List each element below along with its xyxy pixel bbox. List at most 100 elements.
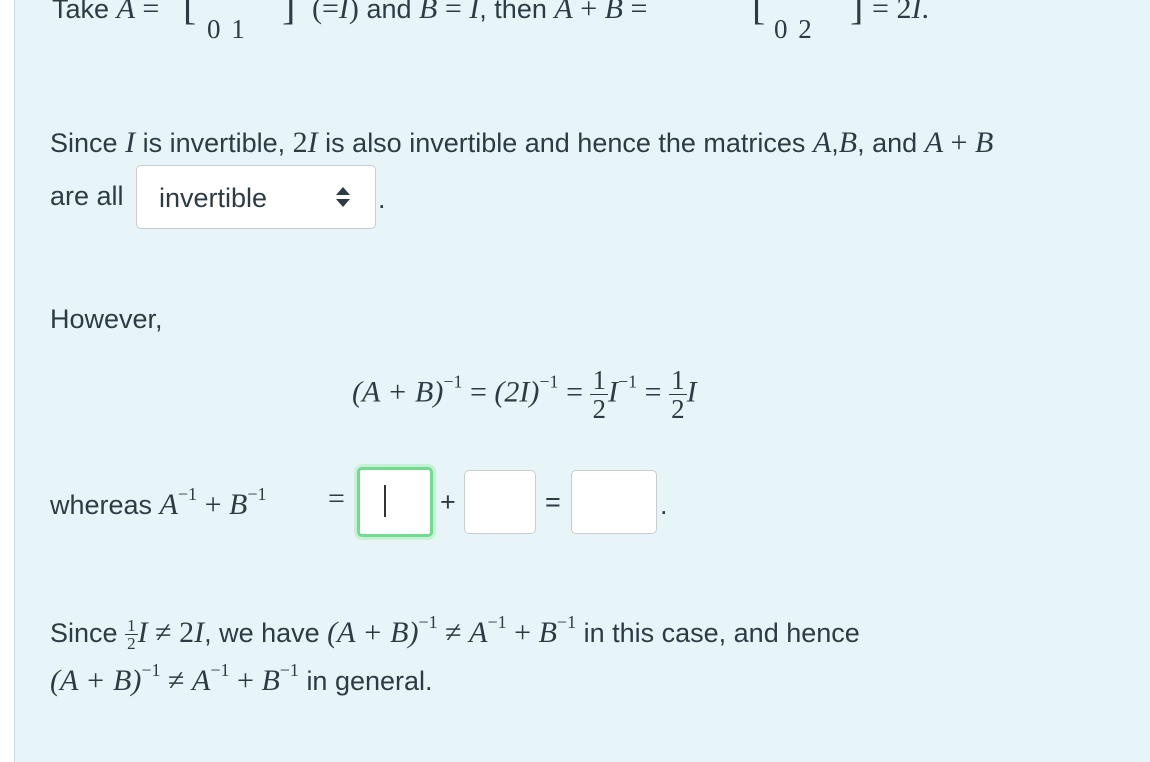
var-a: A [924,126,944,159]
equals-sign: = [644,375,662,409]
since-text: Since [50,618,118,648]
var-i: I [911,0,922,25]
equals-sign: = [630,0,648,25]
var-a: A [116,0,135,25]
var-b: B [261,664,280,697]
equals-sign: = [444,0,462,25]
top-line-end: = 2I. [872,0,929,26]
var-i: I [607,375,618,409]
var-i: I [194,616,205,649]
sum-expression: (A + B) [327,616,419,649]
var-i: I [338,0,349,25]
inverse-exponent: −1 [539,371,559,392]
plus-sign: + [204,488,222,521]
since-text: Since [50,128,118,158]
invertibility-dropdown[interactable]: invertible [136,165,376,229]
inverse-exponent: −1 [141,660,161,680]
two-digit: 2 [896,0,912,25]
in-general-text: in general. [306,666,433,696]
however-text: However, [50,304,163,334]
plus-sign: + [950,126,968,159]
inverse-exponent: −1 [418,612,438,632]
var-i: I [469,0,480,25]
conclusion-tail-text: in this case, and hence [583,618,860,648]
matrix-sum-bracket: [ [752,0,766,28]
equals-sign: = [566,375,583,409]
not-equal-sign: ≠ [445,616,462,649]
are-all-text: are all [50,181,124,211]
sum-expression: (A + B) [352,375,444,409]
paren-close: ) [348,0,359,25]
var-b: B [538,616,557,649]
equals-sign: = [545,487,561,517]
comma: , [831,128,839,158]
then-text: , then [479,0,547,24]
we-have-text: , we have [204,618,320,648]
var-b: B [604,0,623,25]
var-a: A [469,616,488,649]
var-a: A [812,126,832,159]
fraction-half: 12 [125,615,138,654]
plus-sign: + [580,0,598,25]
inverse-exponent: −1 [177,484,198,504]
answer-input-sum[interactable] [571,470,657,534]
var-i: I [307,126,318,159]
matrix-a-bracket-right: ] [282,0,296,28]
plus-sign: + [514,616,532,649]
is-invertible-text: is invertible, [142,128,286,158]
top-line: Take A = [52,0,159,26]
whereas-line: whereas A−1 + B−1 [50,484,267,522]
also-text: is also invertible and hence the matrice… [325,128,806,158]
inverse-exponent: −1 [210,660,230,680]
conclusion-line-2: (A + B)−1 ≠ A−1 + B−1 in general. [50,660,433,698]
matrix-a-row: 0 1 [207,14,247,44]
two-i-expression: (2I) [494,375,540,409]
inverse-exponent: −1 [279,660,299,680]
inverse-exponent: −1 [556,612,577,632]
period: . [378,184,386,214]
var-a: A [159,488,178,521]
var-i: I [137,616,148,649]
inverse-exponent: −1 [487,612,507,632]
not-equal-sign: ≠ [168,664,185,697]
answer-input-b-inverse[interactable] [464,470,536,534]
period: . [921,0,929,25]
two-digit: 2 [292,126,308,159]
matrix-sum-row: 0 2 [774,14,814,44]
var-a: A [192,664,211,697]
var-b: B [838,126,858,159]
equals-sign: = [470,375,487,409]
matrix-a-bracket: [ [183,0,197,28]
var-i: I [125,126,136,159]
matrix-sum-bracket-right: ] [850,0,864,28]
fraction-half: 12 [590,365,608,425]
display-equation: (A + B)−1 = (2I)−1 = 1 2 I−1 = 12I [352,366,697,424]
var-b: B [974,126,994,159]
take-text: Take [52,0,110,24]
period: . [660,490,668,520]
dropdown-selected-value: invertible [159,183,268,213]
two-digit: 2 [179,616,195,649]
and-text: and [366,0,412,24]
sum-expression: (A + B) [50,664,142,697]
var-b: B [229,488,248,521]
answer-input-a-inverse[interactable] [357,467,433,537]
plus-sign: + [237,664,254,697]
var-i: I [686,375,697,409]
inverse-exponent: −1 [443,371,463,392]
inverse-exponent: −1 [617,371,638,392]
whereas-text: whereas [50,490,153,520]
text-caret [384,485,386,517]
top-line-middle: (=I) and B = I, then A + B = [312,0,647,26]
plus-sign: + [440,487,456,517]
conclusion-line-1: Since 12I ≠ 2I, we have (A + B)−1 ≠ A−1 … [50,612,860,653]
fraction-half: 12 [669,365,687,425]
paragraph-invertible: Since I is invertible, 2I is also invert… [50,126,993,160]
equals-sign: = [872,0,889,25]
inverse-exponent: −1 [247,484,267,504]
not-equal-sign: ≠ [155,616,172,649]
paren-eq: (= [312,0,339,25]
var-a: A [554,0,573,25]
and-text: , and [857,128,918,158]
up-down-arrow-icon [336,187,350,207]
